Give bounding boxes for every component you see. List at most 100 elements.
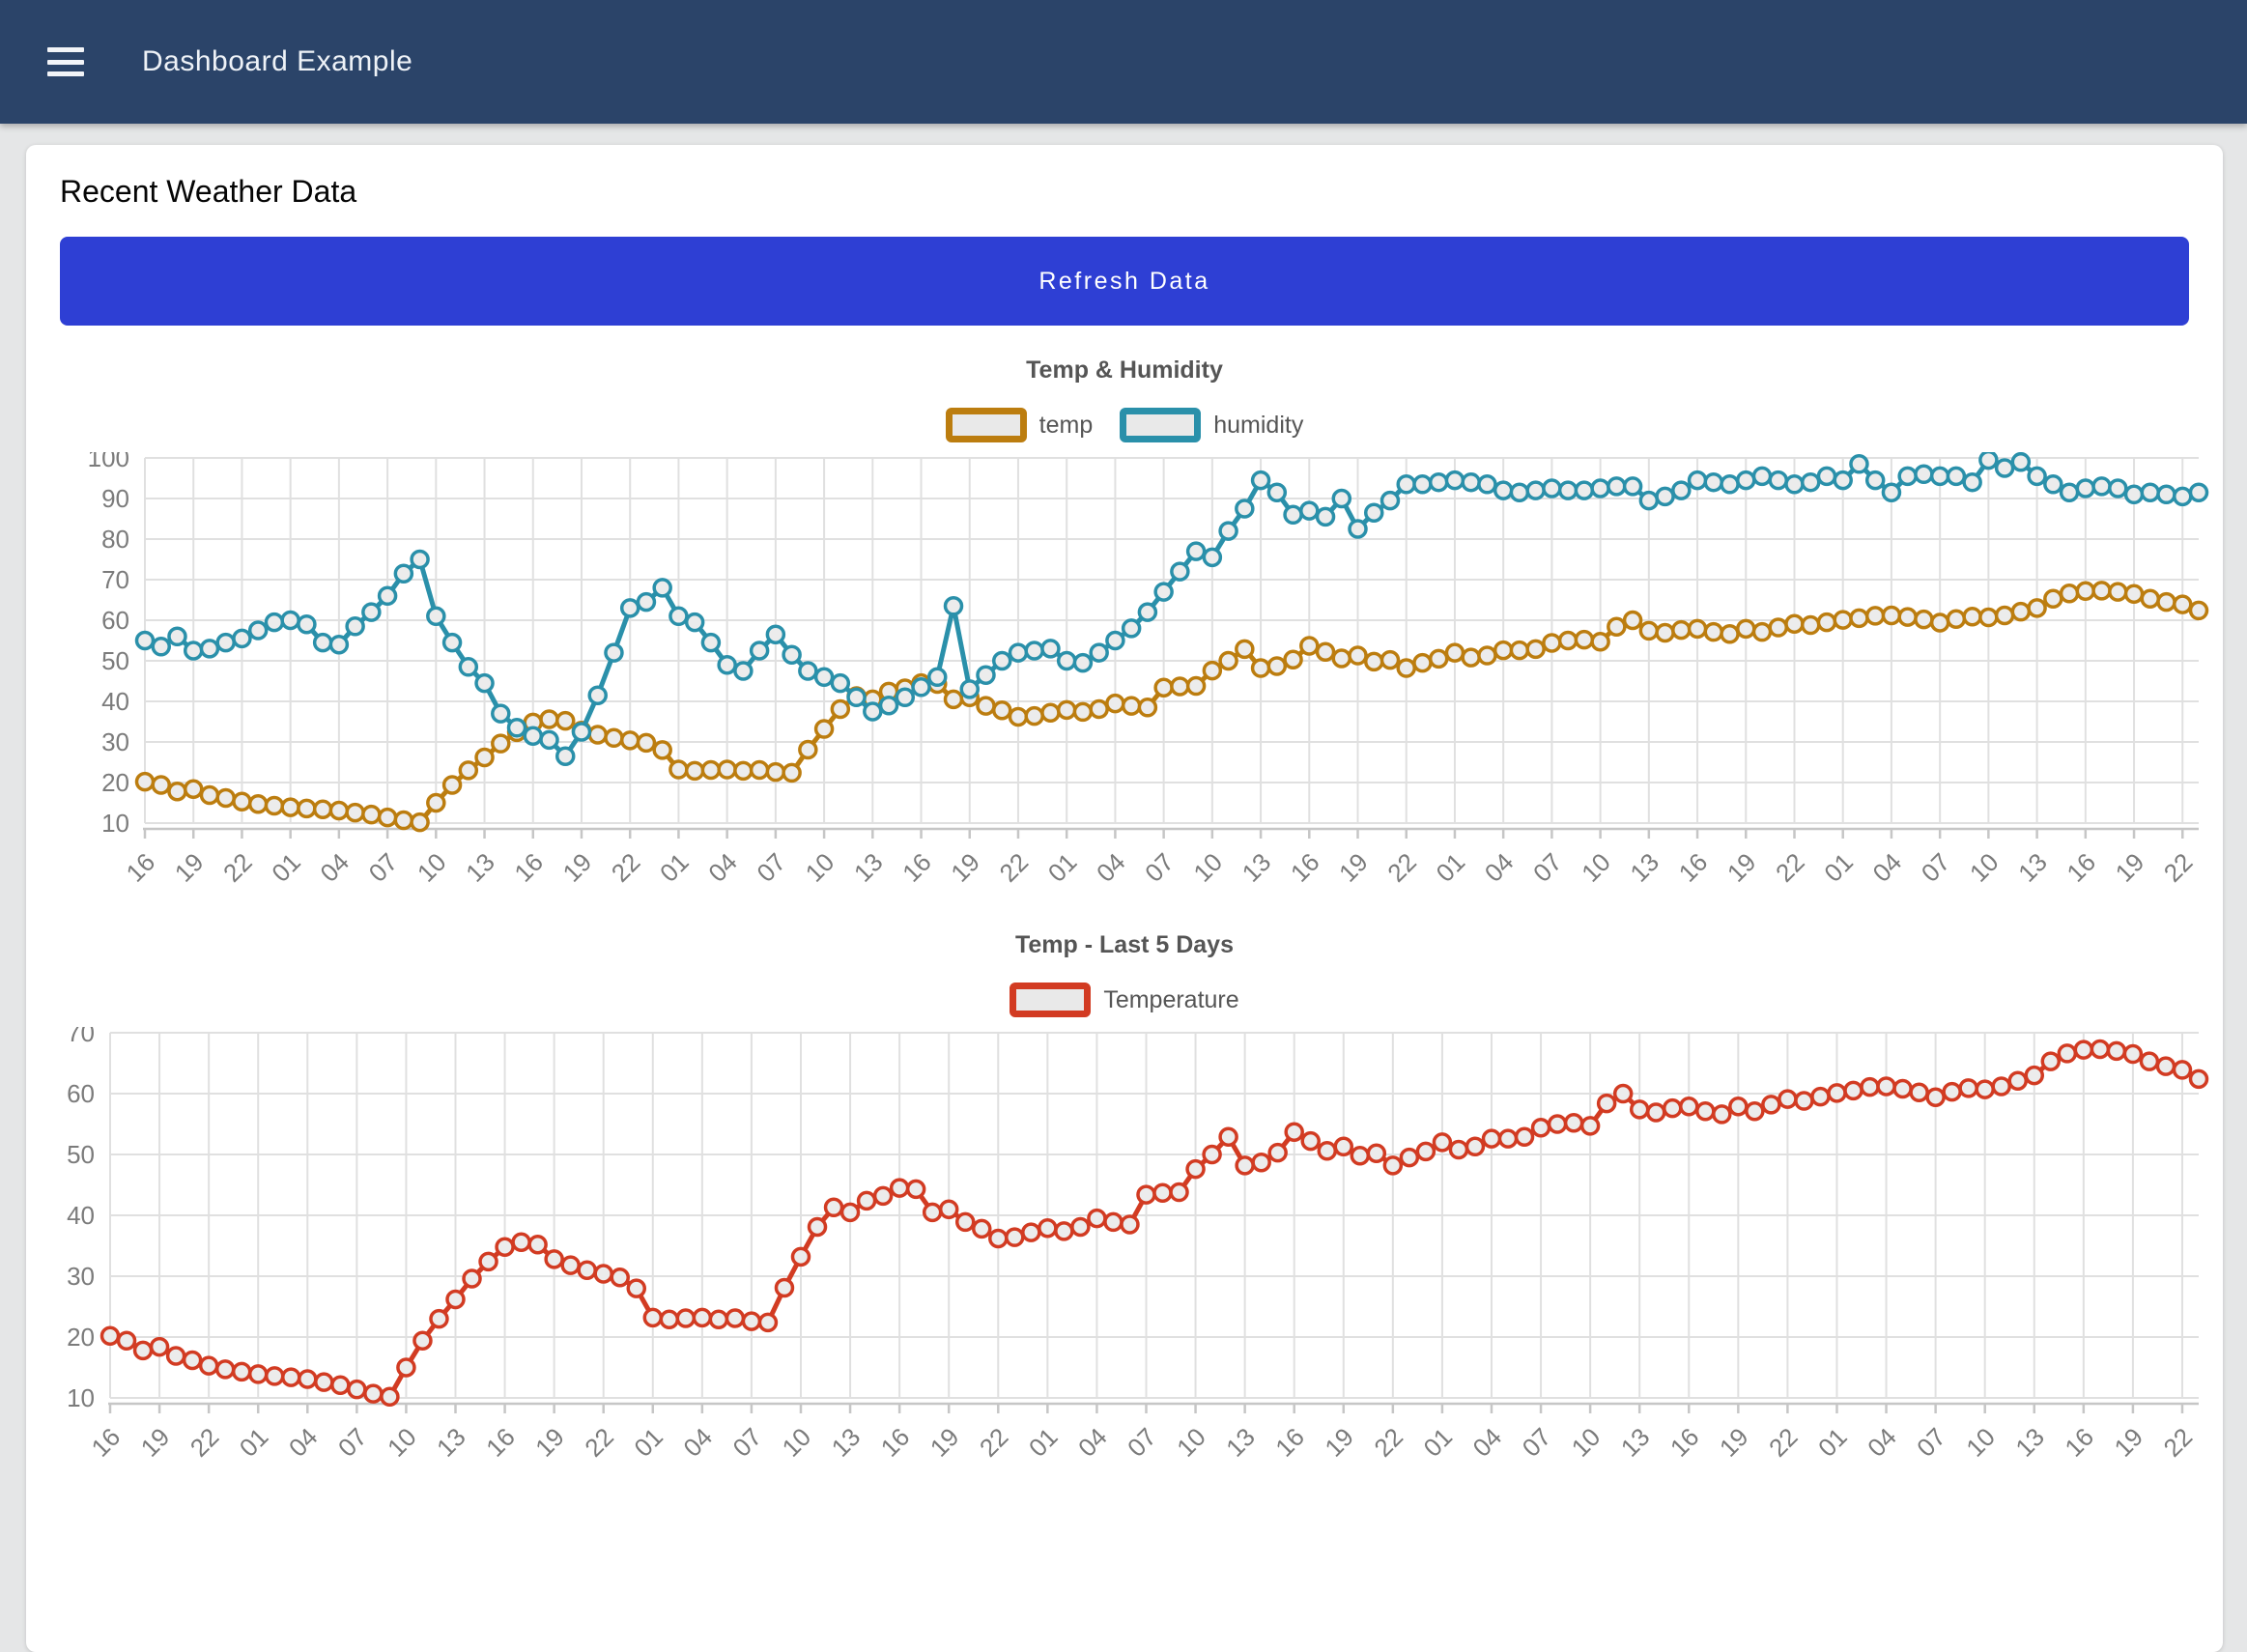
svg-text:04: 04 [1091, 847, 1131, 888]
legend-item-temp[interactable]: temp [946, 408, 1094, 442]
svg-text:04: 04 [1467, 1422, 1508, 1463]
svg-text:07: 07 [1139, 847, 1180, 888]
temperature-legend-swatch-icon [1010, 983, 1091, 1017]
svg-text:22: 22 [185, 1422, 225, 1463]
svg-text:01: 01 [1417, 1422, 1458, 1463]
page-title: Recent Weather Data [60, 174, 2189, 210]
svg-text:04: 04 [1862, 1422, 1902, 1463]
svg-text:19: 19 [1319, 1422, 1359, 1463]
svg-text:13: 13 [2012, 847, 2053, 888]
temperature-plot: 7060504030201016192201040710131619220104… [39, 1027, 2210, 1489]
hamburger-menu-icon[interactable] [47, 47, 84, 76]
svg-text:60: 60 [101, 606, 129, 635]
svg-text:10: 10 [777, 1422, 817, 1463]
svg-text:80: 80 [101, 525, 129, 554]
svg-text:13: 13 [1615, 1422, 1656, 1463]
svg-text:01: 01 [266, 847, 306, 888]
temp-humidity-plot: 1009080706050403020101619220104071013161… [39, 452, 2210, 914]
svg-text:10: 10 [382, 1422, 422, 1463]
svg-text:07: 07 [1517, 1422, 1557, 1463]
svg-text:13: 13 [2009, 1422, 2050, 1463]
svg-text:07: 07 [363, 847, 404, 888]
svg-text:19: 19 [2110, 847, 2150, 888]
svg-text:16: 16 [2061, 847, 2101, 888]
svg-text:20: 20 [101, 768, 129, 797]
svg-text:16: 16 [896, 847, 937, 888]
svg-text:22: 22 [1381, 847, 1422, 888]
temp-legend-swatch-icon [946, 408, 1027, 442]
svg-text:50: 50 [101, 646, 129, 675]
temp-humidity-chart: Temp & Humidity temp humidity 100 90 80 70 6… [60, 356, 2189, 914]
refresh-data-button[interactable]: Refresh Data [60, 237, 2189, 326]
svg-text:16: 16 [1285, 847, 1325, 888]
svg-text:70: 70 [67, 1027, 95, 1047]
svg-text:19: 19 [1714, 1422, 1754, 1463]
svg-text:22: 22 [606, 847, 646, 888]
svg-text:19: 19 [135, 1422, 176, 1463]
svg-text:22: 22 [579, 1422, 619, 1463]
svg-text:22: 22 [2158, 847, 2199, 888]
svg-text:07: 07 [726, 1422, 767, 1463]
svg-text:16: 16 [86, 1422, 127, 1463]
svg-text:10: 10 [1566, 1422, 1607, 1463]
legend-label: temp [1039, 412, 1094, 440]
svg-text:10: 10 [1187, 847, 1228, 888]
svg-text:30: 30 [67, 1262, 95, 1291]
svg-text:10: 10 [412, 847, 452, 888]
svg-text:50: 50 [67, 1140, 95, 1169]
svg-text:13: 13 [826, 1422, 867, 1463]
svg-text:90: 90 [101, 484, 129, 513]
chart-title: Temp & Humidity [60, 356, 2189, 385]
svg-text:13: 13 [848, 847, 889, 888]
humidity-legend-swatch-icon [1120, 408, 1201, 442]
chart-legend: temp humidity [60, 408, 2189, 442]
svg-text:04: 04 [283, 1422, 324, 1463]
temp-last-5-days-chart: Temp - Last 5 Days Temperature 706050403… [60, 931, 2189, 1489]
svg-text:100: 100 [88, 452, 129, 472]
svg-text:13: 13 [1220, 1422, 1261, 1463]
svg-text:22: 22 [994, 847, 1035, 888]
svg-text:19: 19 [2108, 1422, 2148, 1463]
svg-text:20: 20 [67, 1323, 95, 1352]
svg-text:22: 22 [1763, 1422, 1804, 1463]
svg-text:07: 07 [1527, 847, 1568, 888]
svg-text:01: 01 [1818, 847, 1859, 888]
svg-text:22: 22 [974, 1422, 1014, 1463]
svg-text:04: 04 [314, 847, 355, 888]
svg-text:01: 01 [234, 1422, 274, 1463]
svg-text:07: 07 [332, 1422, 373, 1463]
legend-item-humidity[interactable]: humidity [1120, 408, 1303, 442]
svg-text:22: 22 [1368, 1422, 1408, 1463]
chart-title: Temp - Last 5 Days [60, 931, 2189, 959]
svg-text:04: 04 [1867, 847, 1908, 888]
svg-text:16: 16 [1664, 1422, 1705, 1463]
svg-text:01: 01 [628, 1422, 668, 1463]
svg-text:04: 04 [1479, 847, 1520, 888]
svg-text:19: 19 [529, 1422, 570, 1463]
svg-text:10: 10 [1171, 1422, 1211, 1463]
svg-text:10: 10 [101, 809, 129, 838]
content-card: Recent Weather Data Refresh Data Temp & … [26, 145, 2223, 1652]
svg-text:19: 19 [557, 847, 598, 888]
svg-text:07: 07 [1122, 1422, 1162, 1463]
svg-text:70: 70 [101, 565, 129, 594]
svg-text:19: 19 [1721, 847, 1762, 888]
svg-text:13: 13 [1624, 847, 1664, 888]
svg-text:10: 10 [67, 1383, 95, 1412]
svg-text:07: 07 [751, 847, 791, 888]
legend-item-temperature[interactable]: Temperature [1010, 983, 1238, 1017]
svg-text:22: 22 [1770, 847, 1810, 888]
svg-text:19: 19 [169, 847, 210, 888]
svg-text:10: 10 [1576, 847, 1616, 888]
svg-text:16: 16 [2059, 1422, 2099, 1463]
svg-text:13: 13 [1237, 847, 1277, 888]
svg-text:19: 19 [1333, 847, 1374, 888]
svg-text:04: 04 [702, 847, 743, 888]
svg-text:04: 04 [1072, 1422, 1113, 1463]
svg-text:04: 04 [677, 1422, 718, 1463]
app-title: Dashboard Example [142, 45, 412, 78]
svg-text:16: 16 [875, 1422, 916, 1463]
svg-text:01: 01 [1042, 847, 1083, 888]
svg-text:60: 60 [67, 1079, 95, 1108]
svg-text:13: 13 [431, 1422, 471, 1463]
